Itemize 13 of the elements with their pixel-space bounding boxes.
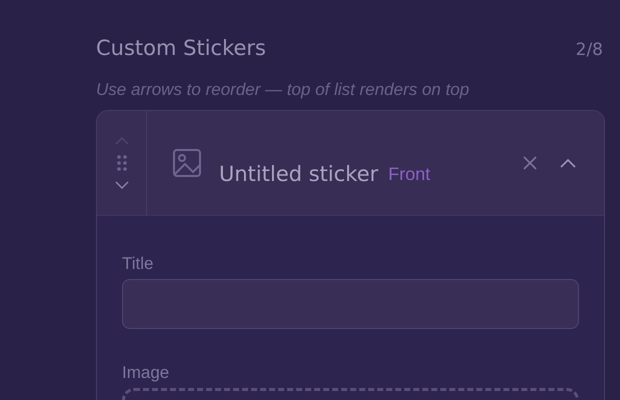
move-up-icon[interactable]	[114, 137, 128, 145]
position-tag: Front	[388, 164, 430, 184]
image-icon	[173, 149, 201, 177]
collapse-button[interactable]	[558, 156, 578, 170]
reorder-hint: Use arrows to reorder — top of list renders on top	[96, 80, 470, 100]
drag-handle-icon[interactable]	[116, 155, 126, 171]
sticker-name: Untitled sticker	[219, 162, 378, 186]
sticker-count: 2/8	[576, 40, 603, 60]
title-input-field[interactable]	[122, 279, 579, 329]
section-title: Custom Stickers	[96, 36, 266, 60]
field-label: Title	[122, 254, 154, 274]
field-label: Image	[122, 363, 170, 383]
move-down-icon[interactable]	[114, 181, 128, 189]
